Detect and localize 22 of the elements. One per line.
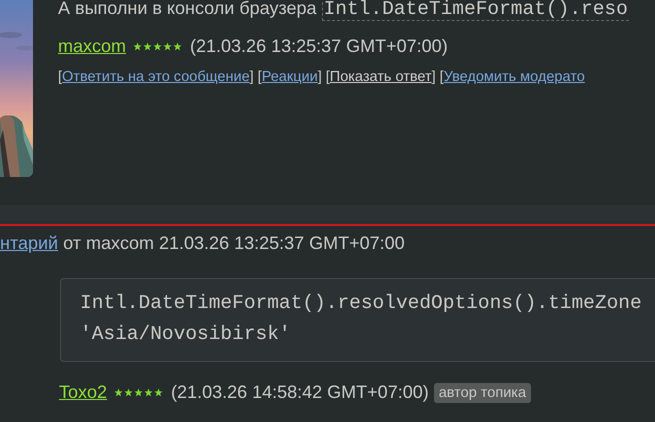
author-badge: автор топика bbox=[434, 382, 532, 402]
inline-code: Intl.DateTimeFormat().reso bbox=[322, 0, 629, 21]
action-link[interactable]: Реакции bbox=[262, 69, 318, 85]
action-link[interactable]: Ответить на это сообщение bbox=[62, 69, 250, 85]
post-time: (21.03.26 13:25:37 GMT+07:00) bbox=[190, 36, 448, 57]
bracket: ] bbox=[250, 69, 254, 85]
username-link[interactable]: maxcom bbox=[58, 36, 126, 57]
code-line: Intl.DateTimeFormat().resolvedOptions().timeZone bbox=[80, 291, 642, 316]
bracket: ] bbox=[432, 69, 436, 85]
message-text: А выполни в консоли браузера bbox=[58, 0, 317, 18]
bracket: [ bbox=[58, 69, 62, 85]
bracket: [ bbox=[326, 69, 330, 85]
comment-link[interactable]: нтарий bbox=[0, 233, 58, 253]
post-time: (21.03.26 14:58:42 GMT+07:00) bbox=[171, 382, 429, 403]
bracket: [ bbox=[440, 69, 444, 85]
bracket: ] bbox=[318, 69, 322, 85]
action-link[interactable]: Уведомить модерато bbox=[444, 69, 585, 85]
username-link[interactable]: Toxo2 bbox=[59, 382, 108, 403]
reply-info: от maxcom 21.03.26 13:25:37 GMT+07:00 bbox=[63, 233, 405, 253]
code-line: 'Asia/Novosibirsk' bbox=[80, 322, 291, 347]
action-link[interactable]: Показать ответ bbox=[330, 69, 432, 85]
bracket: [ bbox=[258, 69, 262, 85]
